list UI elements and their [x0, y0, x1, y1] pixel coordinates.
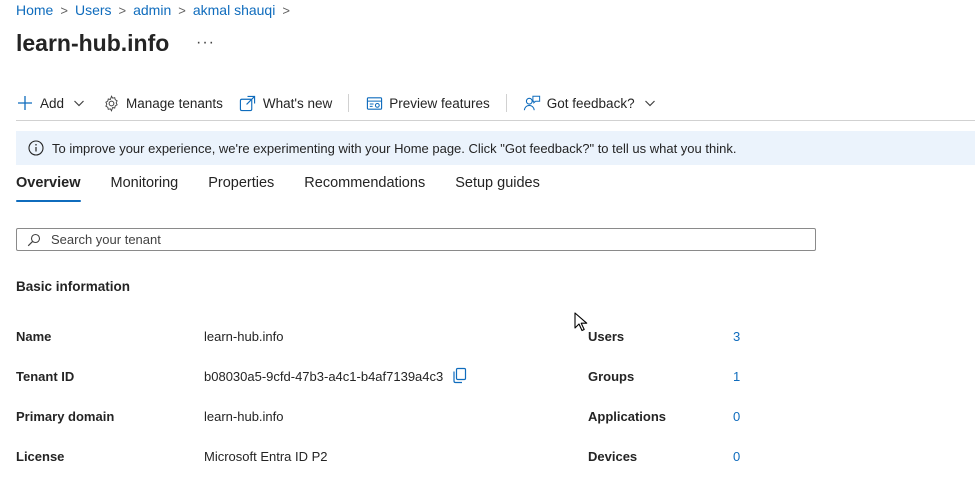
info-banner: To improve your experience, we're experi… — [16, 131, 975, 165]
tenant-id-label: Tenant ID — [16, 369, 75, 384]
license-label: License — [16, 449, 65, 464]
toolbar-divider-line — [16, 120, 975, 121]
applications-label: Applications — [588, 409, 667, 424]
preview-features-button[interactable]: Preview features — [365, 94, 490, 112]
command-bar: Add Manage tenants What's new Preview fe… — [16, 90, 659, 116]
name-value: learn-hub.info — [204, 329, 284, 344]
tab-monitoring[interactable]: Monitoring — [111, 175, 179, 201]
search-input[interactable] — [51, 232, 791, 247]
tab-overview[interactable]: Overview — [16, 175, 81, 202]
whats-new-label: What's new — [262, 95, 333, 111]
chevron-right-icon: > — [60, 2, 68, 18]
info-icon — [28, 140, 44, 156]
gear-icon — [102, 94, 120, 112]
toolbar-divider — [505, 94, 507, 112]
users-count-link[interactable]: 3 — [733, 329, 740, 344]
tab-setup-guides[interactable]: Setup guides — [455, 175, 540, 201]
manage-tenants-label: Manage tenants — [126, 95, 223, 111]
basic-info-heading: Basic information — [16, 279, 131, 294]
name-label: Name — [16, 329, 52, 344]
chevron-down-icon — [641, 94, 659, 112]
mouse-cursor-icon — [574, 312, 588, 337]
tab-properties[interactable]: Properties — [208, 175, 274, 201]
users-label: Users — [588, 329, 625, 344]
search-box — [16, 228, 816, 251]
add-button[interactable]: Add — [16, 94, 88, 112]
breadcrumb-user[interactable]: akmal shauqi — [193, 2, 276, 18]
groups-label: Groups — [588, 369, 635, 384]
applications-count-link[interactable]: 0 — [733, 409, 740, 424]
preview-features-icon — [365, 94, 383, 112]
tab-bar: Overview Monitoring Properties Recommend… — [16, 175, 570, 202]
groups-count-link[interactable]: 1 — [733, 369, 740, 384]
license-value: Microsoft Entra ID P2 — [204, 449, 328, 464]
breadcrumb-users[interactable]: Users — [75, 2, 112, 18]
breadcrumb: Home > Users > admin > akmal shauqi > — [16, 2, 297, 18]
got-feedback-label: Got feedback? — [546, 95, 635, 111]
chevron-right-icon: > — [178, 2, 186, 18]
chevron-right-icon: > — [282, 2, 290, 18]
devices-count-link[interactable]: 0 — [733, 449, 740, 464]
chevron-right-icon: > — [118, 2, 127, 18]
copy-icon[interactable] — [452, 367, 468, 389]
devices-label: Devices — [588, 449, 638, 464]
primary-domain-label: Primary domain — [16, 409, 115, 424]
chevron-down-icon — [70, 94, 88, 112]
feedback-person-icon — [523, 94, 541, 112]
tenant-id-value: b08030a5-9cfd-47b3-a4c1-b4af7139a4c3 — [204, 369, 444, 384]
add-label: Add — [40, 95, 65, 111]
tab-recommendations[interactable]: Recommendations — [304, 175, 425, 201]
breadcrumb-admin[interactable]: admin — [133, 2, 171, 18]
toolbar-divider — [348, 94, 350, 112]
external-link-icon — [239, 94, 257, 112]
manage-tenants-button[interactable]: Manage tenants — [102, 94, 223, 112]
whats-new-button[interactable]: What's new — [239, 94, 332, 112]
more-options-button[interactable]: ··· — [196, 34, 215, 52]
page-title: learn-hub.info — [16, 30, 170, 56]
search-icon — [27, 233, 41, 247]
primary-domain-value: learn-hub.info — [204, 409, 284, 424]
preview-features-label: Preview features — [389, 95, 490, 111]
plus-icon — [16, 94, 34, 112]
breadcrumb-home[interactable]: Home — [16, 2, 53, 18]
banner-text: To improve your experience, we're experi… — [52, 140, 737, 156]
got-feedback-button[interactable]: Got feedback? — [523, 94, 659, 112]
